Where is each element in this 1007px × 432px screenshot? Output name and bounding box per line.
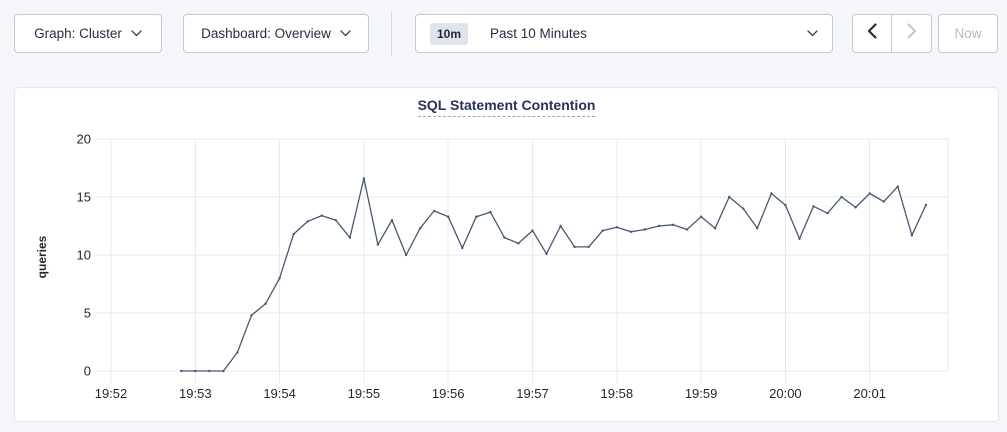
y-axis-tick-labels: 0 5 10 15 20 [77,132,91,379]
chart-card: SQL Statement Contention 0510152019:5219… [14,87,999,422]
svg-text:19:54: 19:54 [263,386,296,401]
chart-plot-area[interactable]: 0510152019:5219:5319:5419:5519:5619:5719… [15,88,1000,423]
graph-dropdown[interactable]: Graph: Cluster [14,14,162,53]
time-range-badge: 10m [430,23,468,45]
svg-text:19:55: 19:55 [348,386,381,401]
svg-text:0: 0 [84,364,91,379]
chevron-right-icon [907,23,917,44]
time-range-label: Past 10 Minutes [490,26,587,41]
svg-text:5: 5 [84,306,91,321]
svg-text:19:58: 19:58 [601,386,634,401]
svg-text:10: 10 [77,248,91,263]
dashboard-dropdown[interactable]: Dashboard: Overview [183,14,369,53]
series-line [181,178,926,371]
x-axis-tick-labels: 19:52 19:53 19:54 19:55 19:56 19:57 19:58 19:59… [95,386,886,401]
chevron-down-icon [131,30,142,37]
chevron-down-icon [807,30,818,37]
next-range-button[interactable] [892,14,932,53]
toolbar: Graph: Cluster Dashboard: Overview 10m P… [0,0,1007,87]
svg-text:19:59: 19:59 [685,386,718,401]
svg-text:20:01: 20:01 [853,386,886,401]
svg-text:19:57: 19:57 [516,386,549,401]
graph-dropdown-label: Graph: Cluster [34,26,122,41]
toolbar-divider [391,11,392,56]
prev-range-button[interactable] [852,14,892,53]
contention-chart-svg: 0510152019:5219:5319:5419:5519:5619:5719… [15,88,1000,423]
svg-text:20: 20 [77,132,91,147]
y-axis-title: queries [35,235,49,278]
time-nav-group [852,14,932,53]
svg-text:19:53: 19:53 [179,386,212,401]
time-range-dropdown[interactable]: 10m Past 10 Minutes [415,14,833,53]
dashboard-dropdown-label: Dashboard: Overview [201,26,331,41]
chevron-down-icon [340,30,351,37]
gridlines [97,139,948,383]
chevron-left-icon [867,23,877,44]
svg-text:19:52: 19:52 [95,386,128,401]
svg-text:15: 15 [77,190,91,205]
now-button[interactable]: Now [938,14,998,53]
svg-text:20:00: 20:00 [769,386,802,401]
svg-text:19:56: 19:56 [432,386,465,401]
